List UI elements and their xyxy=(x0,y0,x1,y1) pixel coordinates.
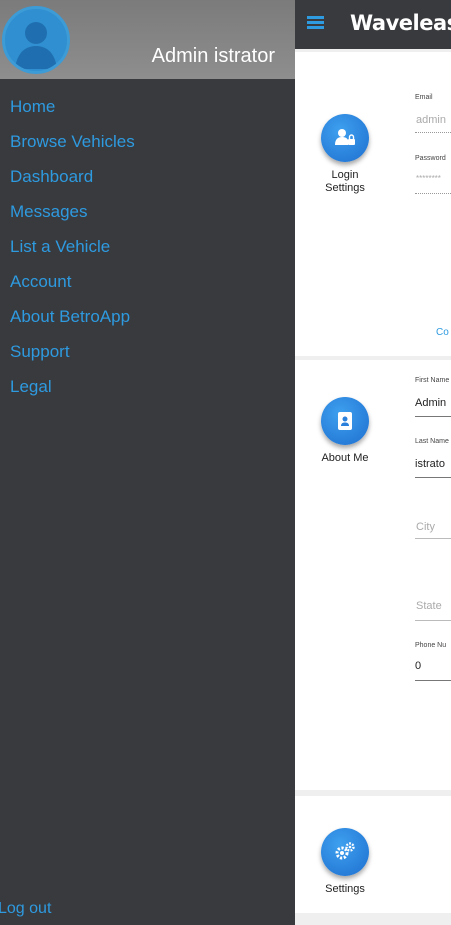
state-underline xyxy=(415,620,451,621)
top-bar: Wavelease xyxy=(295,0,451,49)
settings-card: Settings xyxy=(295,796,451,913)
login-settings-label: Login Settings xyxy=(295,169,395,195)
menu-item-account[interactable]: Account xyxy=(10,270,135,305)
settings-gears-icon[interactable] xyxy=(321,828,369,876)
hamburger-menu-icon[interactable] xyxy=(307,16,324,29)
password-label: Password xyxy=(415,155,446,162)
city-field[interactable]: City xyxy=(416,521,435,533)
email-underline xyxy=(415,132,451,133)
email-label: Email xyxy=(415,94,433,101)
menu-item-list-a-vehicle[interactable]: List a Vehicle xyxy=(10,235,135,270)
avatar[interactable] xyxy=(2,6,70,74)
first-name-underline xyxy=(415,416,451,417)
menu-item-support[interactable]: Support xyxy=(10,340,135,375)
drawer-menu: Home Browse Vehicles Dashboard Messages … xyxy=(10,95,135,410)
login-settings-icon xyxy=(321,114,369,162)
about-me-label: About Me xyxy=(321,452,369,464)
first-name-label: First Name xyxy=(415,377,450,384)
main-content: Wavelease Login Settings Email admin Pas… xyxy=(295,0,451,925)
phone-underline xyxy=(415,680,451,681)
navigation-drawer: Admin istrator Home Browse Vehicles Dash… xyxy=(0,0,295,925)
menu-item-home[interactable]: Home xyxy=(10,95,135,130)
menu-item-dashboard[interactable]: Dashboard xyxy=(10,165,135,200)
last-name-field[interactable]: istrato xyxy=(415,458,445,470)
settings-label: Settings xyxy=(325,883,365,895)
password-field[interactable]: ******** xyxy=(416,174,441,183)
city-underline xyxy=(415,538,451,539)
password-underline xyxy=(415,193,451,194)
continue-link[interactable]: Co xyxy=(436,327,449,338)
user-name: Admin istrator xyxy=(151,45,275,67)
email-field[interactable]: admin xyxy=(416,114,446,126)
menu-item-legal[interactable]: Legal xyxy=(10,375,135,410)
menu-item-about[interactable]: About BetroApp xyxy=(10,305,135,340)
login-settings-label-line2: Settings xyxy=(325,182,365,194)
about-me-card: About Me First Name Admin Last Name istr… xyxy=(295,360,451,790)
login-settings-card: Login Settings Email admin Password ****… xyxy=(295,52,451,356)
menu-item-messages[interactable]: Messages xyxy=(10,200,135,235)
phone-field[interactable]: 0 xyxy=(415,660,421,672)
state-field[interactable]: State xyxy=(416,600,442,612)
last-name-underline xyxy=(415,477,451,478)
login-settings-label-line1: Login xyxy=(331,169,359,181)
logout-link[interactable]: Log out xyxy=(0,900,51,918)
user-silhouette-icon xyxy=(15,22,57,69)
about-me-icon xyxy=(321,397,369,445)
first-name-field[interactable]: Admin xyxy=(415,397,446,409)
last-name-label: Last Name xyxy=(415,438,449,445)
drawer-header: Admin istrator xyxy=(0,0,295,79)
brand-title: Wavelease xyxy=(350,11,451,35)
phone-label: Phone Nu xyxy=(415,642,447,649)
menu-item-browse-vehicles[interactable]: Browse Vehicles xyxy=(10,130,135,165)
